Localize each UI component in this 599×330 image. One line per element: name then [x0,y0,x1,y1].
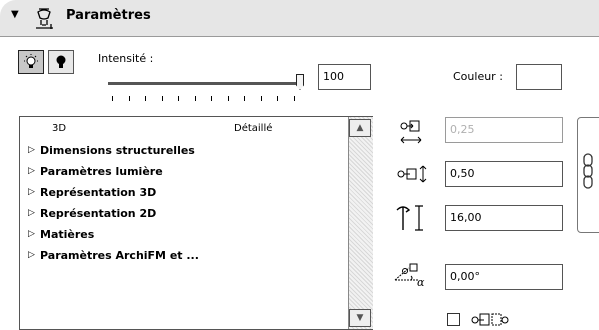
list-item[interactable]: ▷ Paramètres lumière [28,162,163,180]
angle-field[interactable]: 0,00° [445,264,563,290]
slider-tick [112,96,113,101]
arrow-up-icon: ▲ [356,123,364,133]
list-item[interactable]: ▷ Dimensions structurelles [28,141,195,159]
lamp-on-icon [24,54,38,68]
scroll-up-button[interactable]: ▲ [349,119,371,137]
list-item-label: Dimensions structurelles [40,143,195,157]
width-icon [400,120,422,144]
intensity-slider-track[interactable] [108,82,304,86]
slider-tick [178,96,179,101]
rotation-angle-icon: α [394,263,425,288]
collapse-triangle-icon[interactable]: ▼ [11,9,19,20]
panel-title: Paramètres [66,8,151,23]
color-swatch[interactable] [516,64,562,90]
anchor-checkbox[interactable] [447,313,460,326]
slider-tick [227,96,229,101]
slider-tick [145,96,146,101]
list-item-label: Paramètres lumière [40,164,163,178]
slider-tick [293,96,295,101]
list-header-detail: Détaillé [234,123,273,134]
list-item-label: Paramètres ArchiFM et ... [40,248,199,262]
slider-tick [277,96,278,101]
list-header-3d: 3D [52,123,67,134]
slider-tick [128,96,130,101]
lamp-icon [36,8,53,29]
list-item-label: Matières [40,227,95,241]
depth-icon [397,165,427,183]
intensity-input[interactable]: 100 [318,64,371,90]
expand-triangle-icon[interactable]: ▷ [28,166,40,176]
slider-tick [161,96,163,101]
chain-link-icon[interactable] [581,150,595,194]
arrow-down-icon: ▼ [356,313,364,323]
slider-tick [260,96,262,101]
lamp-on-button[interactable] [18,50,44,74]
intensity-slider-thumb[interactable] [296,74,304,90]
list-item-label: Représentation 2D [40,206,157,220]
height-field[interactable]: 16,00 [445,205,563,231]
list-item-label: Représentation 3D [40,185,157,199]
list-item[interactable]: ▷ Matières [28,225,94,243]
slider-tick [194,96,196,101]
color-label: Couleur : [453,70,503,83]
intensity-label: Intensité : [98,52,154,65]
expand-triangle-icon[interactable]: ▷ [28,187,40,197]
expand-triangle-icon[interactable]: ▷ [28,250,40,260]
list-scrollbar[interactable]: ▲ ▼ [348,117,373,329]
width-field: 0,25 [445,117,563,143]
height-icon [396,205,423,231]
list-item[interactable]: ▷ Représentation 2D [28,204,156,222]
depth-field[interactable]: 0,50 [445,161,563,187]
list-item[interactable]: ▷ Représentation 3D [28,183,156,201]
lamp-off-button[interactable] [48,50,74,74]
anchor-point-icon [471,313,509,326]
scroll-down-button[interactable]: ▼ [349,309,371,327]
expand-triangle-icon[interactable]: ▷ [28,145,40,155]
parameters-list[interactable]: 3D Détaillé ▷ Dimensions structurelles ▷ P… [19,116,373,330]
expand-triangle-icon[interactable]: ▷ [28,208,40,218]
svg-text:α: α [417,276,425,288]
slider-tick [244,96,245,101]
expand-triangle-icon[interactable]: ▷ [28,229,40,239]
list-item[interactable]: ▷ Paramètres ArchiFM et ... [28,246,199,264]
slider-tick [211,96,212,101]
lamp-off-icon [56,55,66,68]
panel-header[interactable]: ▼ Paramètres [0,0,599,37]
